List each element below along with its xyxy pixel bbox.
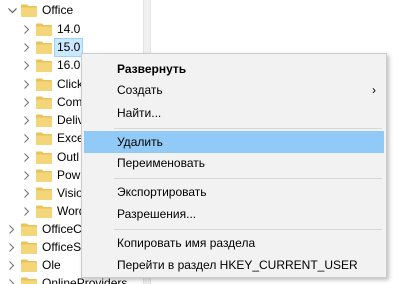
chevron-right-icon[interactable] <box>21 56 33 75</box>
chevron-right-icon[interactable] <box>21 75 33 94</box>
menu-separator <box>114 229 382 230</box>
tree-item-deliv[interactable]: Deliv <box>21 111 86 130</box>
folder-icon <box>36 132 52 145</box>
tree-item-label: Com <box>57 95 83 109</box>
tree-item-label: Outl <box>57 150 80 164</box>
folder-icon <box>21 259 37 272</box>
tree-item-word[interactable]: Word <box>21 202 87 221</box>
menu-item-expand[interactable]: Развернуть <box>84 58 384 80</box>
chevron-right-icon[interactable] <box>21 166 33 185</box>
menu-item-label: Разрешения... <box>117 207 197 221</box>
tree-item-officeso[interactable]: OfficeSo <box>6 238 90 257</box>
chevron-right-icon[interactable] <box>21 111 33 130</box>
context-menu: Развернуть Создать › Найти... Удалить Пе… <box>81 53 387 278</box>
tree-item-label: Office <box>42 3 74 17</box>
menu-item-label: Переименовать <box>117 156 205 170</box>
folder-icon <box>21 4 37 17</box>
folder-icon <box>36 59 52 72</box>
tree-item-label: Ole <box>42 258 61 272</box>
chevron-right-icon[interactable] <box>6 238 18 257</box>
menu-item-find[interactable]: Найти... <box>84 102 384 124</box>
tree-item-visio[interactable]: Visio <box>21 184 85 203</box>
menu-item-label: Удалить <box>117 135 163 149</box>
folder-icon <box>36 205 52 218</box>
tree-item-officec[interactable]: OfficeC <box>6 220 84 239</box>
menu-item-label: Перейти в раздел HKEY_CURRENT_USER <box>117 258 358 272</box>
tree-item-16-0[interactable]: 16.0 <box>21 56 82 75</box>
tree-item-com[interactable]: Com <box>21 93 84 112</box>
menu-separator <box>114 128 382 129</box>
menu-item-permissions[interactable]: Разрешения... <box>84 203 384 225</box>
chevron-right-icon[interactable] <box>6 220 18 239</box>
chevron-right-icon[interactable] <box>21 20 33 39</box>
tree-item-15-0[interactable]: 15.0 <box>21 38 84 57</box>
menu-separator <box>114 178 382 179</box>
chevron-right-icon[interactable] <box>6 274 18 284</box>
folder-icon <box>36 169 52 182</box>
folder-icon <box>36 41 52 54</box>
tree-item-14-0[interactable]: 14.0 <box>21 20 82 39</box>
folder-icon <box>21 223 37 236</box>
folder-icon <box>36 114 52 127</box>
tree-item-exce[interactable]: Exce <box>21 129 86 148</box>
folder-icon <box>36 23 52 36</box>
menu-item-delete[interactable]: Удалить <box>84 131 384 153</box>
chevron-right-icon[interactable] <box>21 184 33 203</box>
tree-item-label: 14.0 <box>57 22 81 36</box>
chevron-right-icon[interactable] <box>21 38 33 57</box>
tree-item-outl[interactable]: Outl <box>21 148 81 167</box>
menu-item-label: Экспортировать <box>117 185 207 199</box>
submenu-arrow-icon: › <box>372 83 376 97</box>
folder-icon <box>36 151 52 164</box>
tree-item-label: Pow <box>57 168 81 182</box>
menu-item-export[interactable]: Экспортировать <box>84 181 384 203</box>
chevron-right-icon[interactable] <box>21 202 33 221</box>
chevron-right-icon[interactable] <box>6 256 18 275</box>
chevron-right-icon[interactable] <box>21 148 33 167</box>
menu-item-rename[interactable]: Переименовать <box>84 152 384 174</box>
menu-item-label: Создать <box>117 83 163 97</box>
menu-item-goto-hkcu[interactable]: Перейти в раздел HKEY_CURRENT_USER <box>84 254 384 276</box>
folder-icon <box>36 187 52 200</box>
tree-item-label: OfficeC <box>42 222 82 236</box>
tree-item-pow[interactable]: Pow <box>21 166 82 185</box>
folder-icon <box>21 241 37 254</box>
tree-item-ole[interactable]: Ole <box>6 256 63 275</box>
tree-item-office[interactable]: Office <box>6 1 75 20</box>
chevron-right-icon[interactable] <box>21 129 33 148</box>
menu-item-create[interactable]: Создать › <box>84 79 384 101</box>
menu-item-label: Найти... <box>117 106 162 120</box>
folder-icon <box>36 78 52 91</box>
tree-item-label: 16.0 <box>57 58 81 72</box>
folder-icon <box>21 277 37 284</box>
folder-icon <box>36 96 52 109</box>
tree-item-click[interactable]: Click <box>21 75 85 94</box>
tree-item-label: 15.0 <box>53 38 84 57</box>
menu-item-copy-key-name[interactable]: Копировать имя раздела <box>84 232 384 254</box>
menu-item-label: Развернуть <box>117 62 187 76</box>
chevron-down-icon[interactable] <box>6 1 18 20</box>
menu-item-label: Копировать имя раздела <box>117 236 256 250</box>
chevron-right-icon[interactable] <box>21 93 33 112</box>
